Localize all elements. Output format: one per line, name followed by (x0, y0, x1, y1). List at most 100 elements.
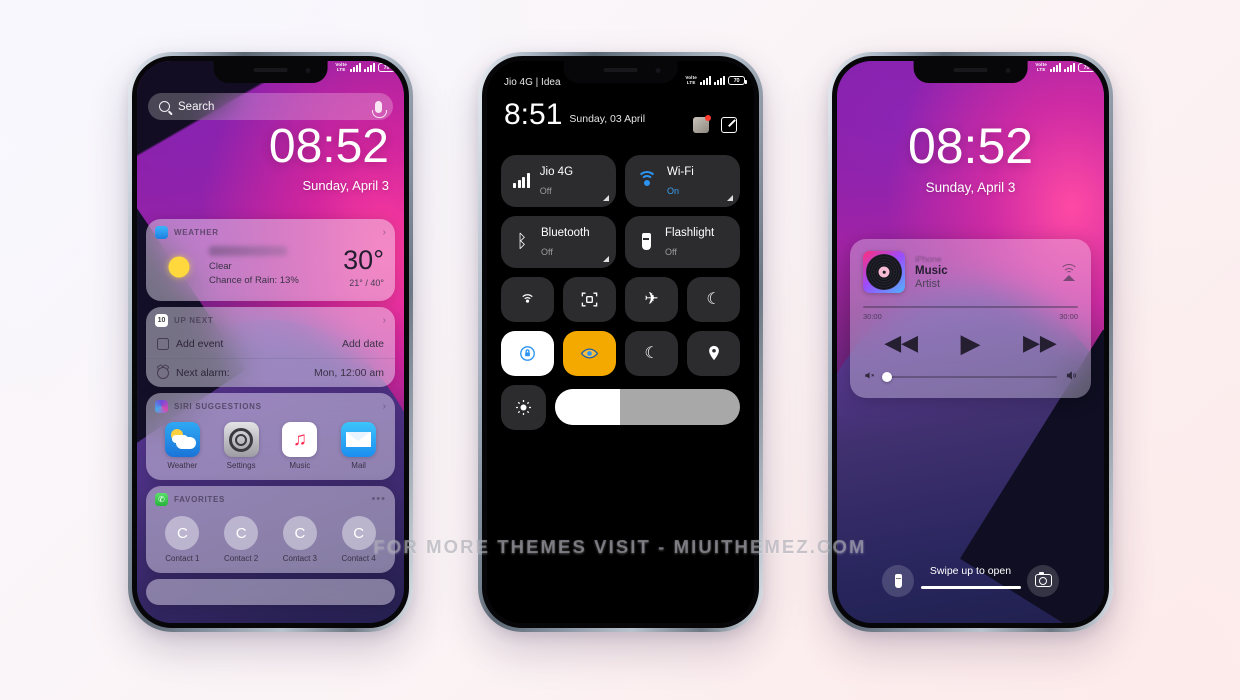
speaker-grill (603, 68, 638, 72)
up-next-widget[interactable]: 10 UP NEXT › Add event Add date Next ala… (146, 307, 395, 387)
volte-icon: Volte LTE (335, 62, 347, 72)
rotation-lock-icon (517, 343, 538, 364)
weather-widget[interactable]: WEATHER › Clear Chance of Rain: 13% 30° … (146, 219, 395, 301)
chevron-right-icon[interactable]: › (383, 401, 386, 412)
status-bar: Volte LTE 70 (685, 75, 747, 85)
quick-toggle-grid: ✈ ☾ ☾ (501, 276, 740, 376)
mail-app-icon (341, 422, 377, 457)
list-item[interactable]: C Contact 1 (157, 516, 207, 563)
tile-state: On (667, 185, 680, 196)
avatar: C (282, 516, 317, 550)
flashlight-icon (894, 573, 902, 588)
weather-app-icon (164, 422, 200, 457)
up-next-header: 10 UP NEXT › (146, 307, 395, 330)
flashlight-button[interactable] (882, 564, 914, 597)
volume-slider-knob[interactable] (882, 372, 892, 382)
carrier-label: Jio 4G | Idea (504, 77, 561, 88)
swipe-hint: Swipe up to open (929, 564, 1012, 577)
volume-mute-icon[interactable] (863, 370, 876, 384)
airplane-mode-toggle[interactable]: ✈ (625, 276, 678, 322)
next-alarm-row[interactable]: Next alarm: Mon, 12:00 am (146, 358, 395, 387)
edit-icon[interactable] (721, 117, 737, 133)
tile-wifi[interactable]: Wi-Fi On (625, 154, 740, 207)
add-date-value[interactable]: Add date (342, 338, 384, 350)
home-indicator[interactable] (920, 585, 1021, 589)
notifications-gift-icon[interactable] (693, 115, 711, 133)
music-player-widget[interactable]: iPhone Music Artist 30:00 30:00 ◀◀ ▶ ▶▶ (850, 239, 1091, 398)
clock-date: Sunday, April 3 (925, 180, 1016, 195)
add-event-row[interactable]: Add event Add date (146, 330, 395, 358)
expand-corner-icon[interactable] (603, 194, 609, 201)
brightness-slider[interactable] (555, 389, 740, 426)
airplay-icon[interactable] (1059, 263, 1078, 282)
previous-button[interactable]: ◀◀ (884, 332, 918, 354)
reading-mode-toggle[interactable] (563, 330, 616, 376)
progress-bar[interactable] (863, 306, 1078, 308)
hotspot-toggle[interactable] (501, 276, 554, 322)
speaker-grill (253, 68, 288, 72)
list-item[interactable]: C Contact 3 (275, 516, 325, 563)
app-mail[interactable]: Mail (336, 422, 382, 470)
weather-details: Clear Chance of Rain: 13% (209, 246, 343, 288)
clock-time: 08:52 (907, 118, 1034, 174)
tile-label: Bluetooth (541, 227, 590, 240)
next-button[interactable]: ▶▶ (1023, 332, 1057, 354)
night-mode-toggle[interactable]: ☾ (625, 330, 678, 376)
activity-widget-partial[interactable] (146, 579, 395, 605)
volume-up-icon[interactable] (1065, 370, 1078, 384)
siri-suggestions-widget[interactable]: SIRI SUGGESTIONS › Weather Settings ♫ Mu… (146, 393, 395, 480)
siri-app-list: Weather Settings ♫ Music Mail (146, 416, 395, 480)
volume-slider[interactable] (882, 372, 1057, 382)
music-metadata: iPhone Music Artist (915, 254, 1049, 290)
tile-flashlight[interactable]: Flashlight Off (625, 215, 740, 268)
app-weather[interactable]: Weather (159, 422, 205, 470)
elapsed-time: 30:00 (863, 312, 882, 321)
favorites-widget[interactable]: ✆ FAVORITES ••• C Contact 1 C Contact 2 (146, 486, 395, 573)
moon-icon: ☾ (706, 291, 721, 309)
tile-jio-4g[interactable]: Jio 4G Off (501, 154, 616, 207)
weather-temp-range: 21° / 40° (349, 277, 384, 288)
chevron-right-icon[interactable]: › (383, 315, 386, 326)
app-label: Mail (351, 461, 366, 470)
rotation-lock-toggle[interactable] (501, 330, 554, 376)
microphone-icon[interactable] (372, 100, 387, 118)
favorites-label: FAVORITES (174, 495, 226, 504)
favorites-contact-list: C Contact 1 C Contact 2 C Contact 3 C Co… (146, 509, 395, 573)
expand-corner-icon[interactable] (603, 255, 609, 262)
contact-name: Contact 2 (224, 554, 259, 563)
notch (913, 61, 1028, 83)
search-bar[interactable]: Search (148, 93, 393, 120)
app-label: Music (289, 461, 311, 470)
avatar: C (165, 516, 200, 550)
list-item[interactable]: C Contact 4 (334, 516, 384, 563)
camera-icon (1034, 571, 1052, 587)
search-input[interactable]: Search (178, 101, 375, 113)
settings-app-icon (223, 422, 259, 457)
expand-corner-icon[interactable] (727, 194, 733, 201)
vinyl-record-icon (863, 251, 905, 293)
play-button[interactable]: ▶ (961, 330, 981, 356)
lock-screen-bottom: Swipe up to open (837, 564, 1104, 597)
siri-label: SIRI SUGGESTIONS (174, 402, 262, 411)
tile-bluetooth[interactable]: ᛒ Bluetooth Off (501, 215, 616, 268)
scan-qr-toggle[interactable] (563, 276, 616, 322)
remaining-time: 30:00 (1059, 312, 1078, 321)
music-progress[interactable]: 30:00 30:00 (863, 306, 1078, 321)
wifi-icon (637, 171, 657, 188)
weather-condition: Clear (209, 261, 232, 273)
dark-mode-toggle[interactable]: ☾ (687, 276, 740, 322)
camera-button[interactable] (1027, 564, 1059, 597)
lock-clock: 08:52 Sunday, April 3 (269, 123, 389, 194)
location-toggle[interactable] (687, 330, 740, 376)
music-artist: Artist (915, 278, 941, 290)
app-settings[interactable]: Settings (218, 422, 264, 470)
brightness-button[interactable] (501, 384, 546, 430)
list-item[interactable]: C Contact 2 (216, 516, 266, 563)
front-camera (305, 68, 311, 73)
qr-scan-icon (579, 289, 600, 310)
chevron-right-icon[interactable]: › (383, 227, 386, 238)
app-music[interactable]: ♫ Music (277, 422, 323, 470)
weather-rain-chance: Chance of Rain: 13% (209, 275, 299, 286)
bluetooth-icon: ᛒ (516, 231, 528, 252)
more-options-icon[interactable]: ••• (371, 494, 386, 504)
